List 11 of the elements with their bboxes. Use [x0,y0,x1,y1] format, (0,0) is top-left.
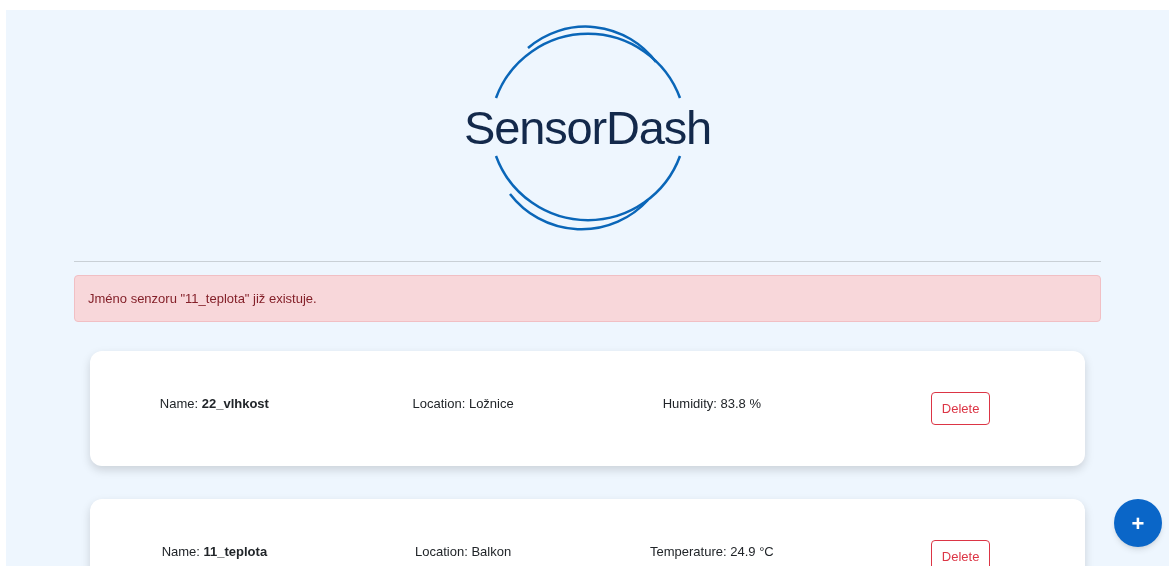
sensor-location: Location: Balkon [414,542,513,561]
sensor-reading: Humidity: 83.8 % [661,394,762,413]
alert-message: Jméno senzoru "11_teplota" již existuje. [88,289,317,308]
sensor-name: Name: 22_vlhkost [158,394,270,413]
logo-text: SensorDash [464,103,711,151]
add-button[interactable]: + [1114,499,1162,547]
sensor-reading: Temperature: 24.9 °C [649,542,775,561]
sensor-location: Location: Ložnice [411,394,515,413]
delete-button[interactable]: Delete [930,391,991,426]
delete-button[interactable]: Delete [930,539,991,566]
sensor-name: Name: 11_teplota [160,542,269,561]
